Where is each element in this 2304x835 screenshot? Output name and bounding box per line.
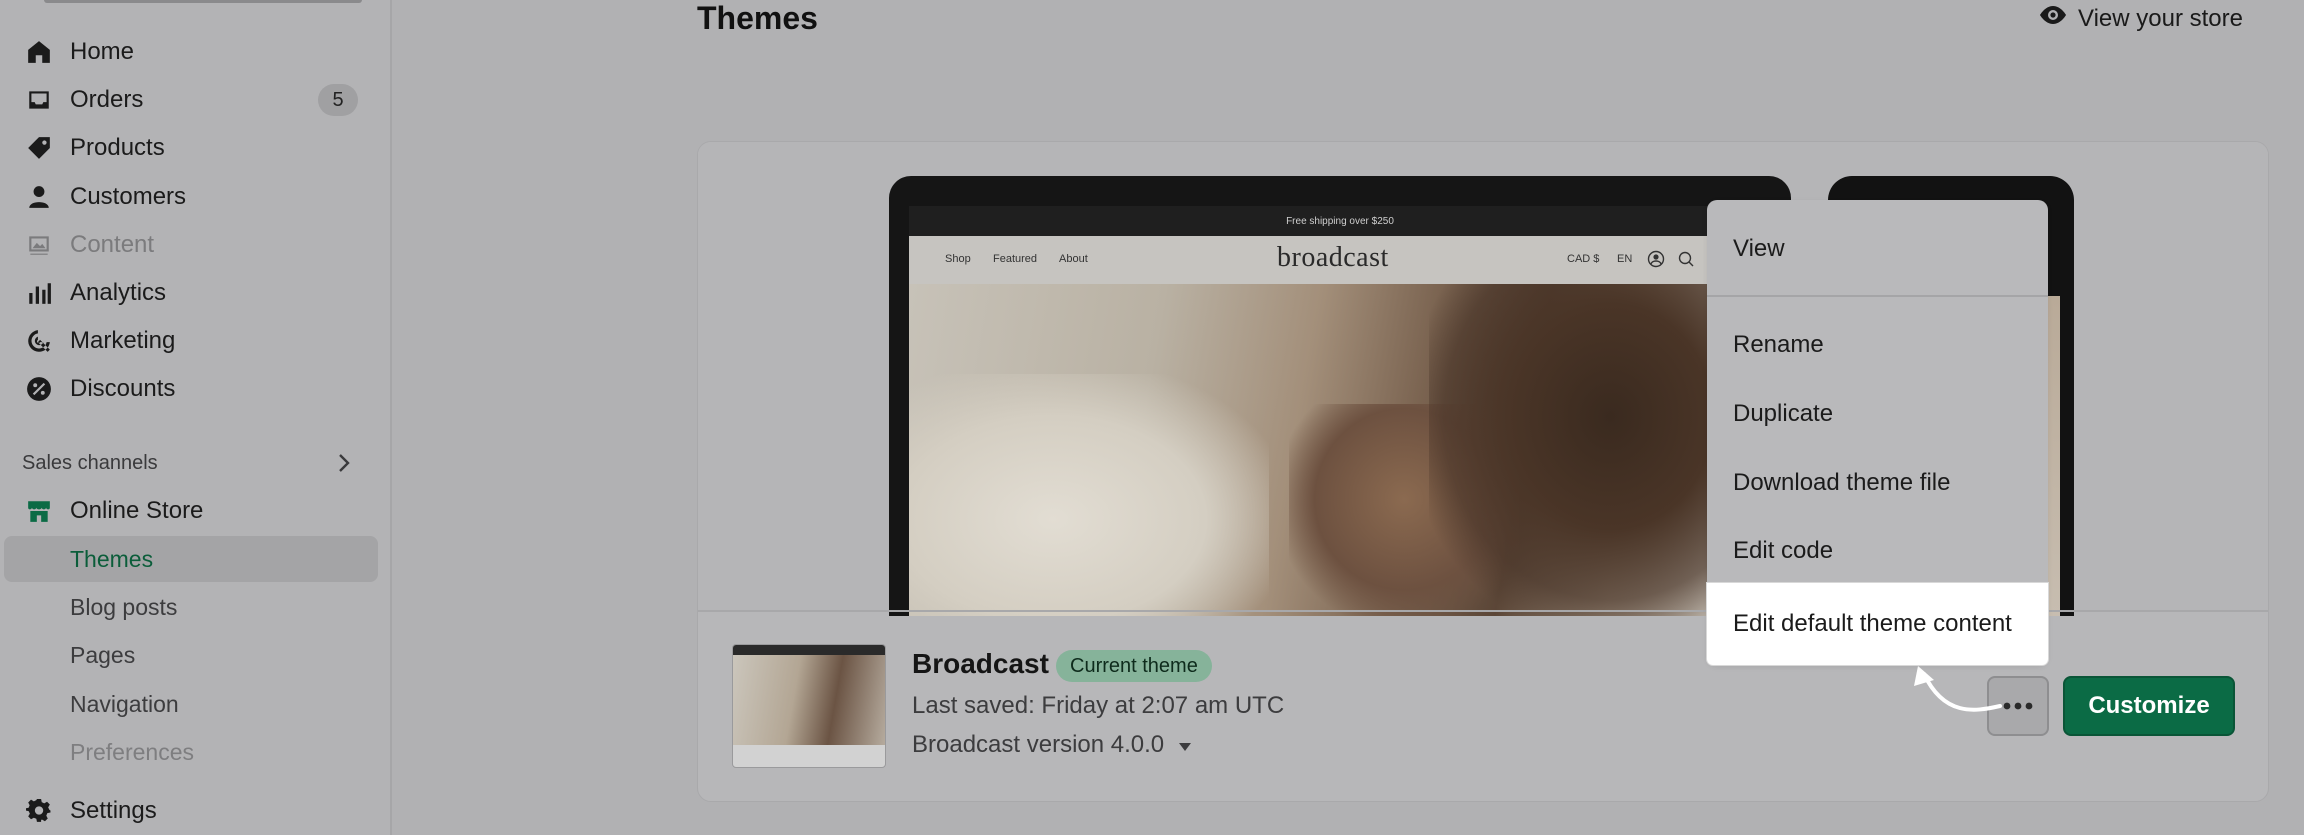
page-title: Themes — [697, 0, 818, 36]
desktop-preview-screen: Free shipping over $250 Shop Featured Ab… — [909, 206, 1771, 616]
account-icon — [1647, 250, 1665, 271]
hero-image-region — [909, 374, 1269, 616]
sidebar-top-edge — [44, 0, 362, 3]
sidebar-item-customers[interactable]: Customers — [0, 174, 392, 220]
sidebar-item-label: Discounts — [70, 375, 176, 402]
sidebar-item-analytics[interactable]: Analytics — [0, 270, 392, 316]
sidebar-item-label: Analytics — [70, 279, 167, 306]
store-currency: CAD $ — [1567, 253, 1600, 265]
discount-icon — [24, 374, 54, 404]
menu-item-duplicate[interactable]: Duplicate — [1707, 384, 2048, 444]
sidebar-item-discounts[interactable]: Discounts — [0, 366, 392, 412]
theme-actions-menu: View Rename Duplicate Download theme fil… — [1707, 200, 2048, 665]
sidebar-subitem-navigation[interactable]: Navigation — [70, 691, 179, 718]
theme-version-selector[interactable]: Broadcast version 4.0.0 — [912, 731, 1192, 759]
store-brand-logo: broadcast — [1277, 242, 1389, 273]
theme-thumbnail — [732, 644, 886, 768]
sidebar: Home Orders 5 Products Customers Content… — [0, 0, 392, 835]
store-language: EN — [1617, 253, 1633, 265]
ellipsis-icon — [2003, 697, 2033, 715]
thumbnail-image — [733, 655, 885, 745]
sidebar-item-label: Customers — [70, 183, 187, 210]
announcement-bar: Free shipping over $250 — [909, 206, 1771, 236]
sidebar-item-label: Products — [70, 134, 165, 161]
sidebar-subitem-blog-posts[interactable]: Blog posts — [70, 594, 177, 621]
thumbnail-bar — [733, 645, 885, 655]
home-icon — [24, 37, 54, 67]
customize-button[interactable]: Customize — [2063, 676, 2235, 736]
eye-icon — [2038, 4, 2078, 33]
menu-item-edit-default-theme-content[interactable]: Edit default theme content — [1707, 583, 2048, 665]
bar-chart-icon — [24, 278, 54, 308]
tag-icon — [24, 133, 54, 163]
orders-count-badge: 5 — [318, 84, 358, 116]
target-icon — [24, 326, 54, 356]
gear-icon — [24, 796, 54, 826]
theme-version-text: Broadcast version 4.0.0 — [912, 731, 1165, 758]
menu-item-download-theme-file[interactable]: Download theme file — [1707, 453, 2048, 513]
sidebar-item-settings[interactable]: Settings — [0, 788, 392, 834]
hero-image — [909, 284, 1771, 616]
person-icon — [24, 182, 54, 212]
storefront-icon — [24, 496, 54, 526]
image-icon — [24, 230, 54, 260]
search-icon — [1677, 250, 1695, 271]
sidebar-item-label: Content — [70, 231, 155, 258]
sidebar-item-label: Online Store — [70, 497, 204, 524]
chevron-right-icon[interactable] — [336, 452, 352, 479]
store-nav: Shop Featured About broadcast CAD $ EN — [909, 236, 1771, 284]
menu-separator — [1707, 295, 2048, 297]
store-nav-link: Shop — [945, 253, 971, 265]
theme-name: Broadcast — [912, 648, 1049, 679]
sidebar-item-orders[interactable]: Orders 5 — [0, 77, 392, 123]
sidebar-item-marketing[interactable]: Marketing — [0, 318, 392, 364]
sidebar-item-online-store[interactable]: Online Store — [0, 488, 392, 534]
sales-channels-heading: Sales channels — [22, 452, 158, 474]
sidebar-item-label: Orders — [70, 86, 144, 113]
view-store-label: View your store — [2078, 4, 2243, 32]
caret-down-icon — [1164, 731, 1192, 759]
sidebar-item-label: Home — [70, 38, 135, 65]
sidebar-item-content[interactable]: Content — [0, 222, 392, 268]
current-theme-badge: Current theme — [1056, 650, 1212, 682]
menu-item-view[interactable]: View — [1707, 219, 2048, 279]
last-saved-text: Last saved: Friday at 2:07 am UTC — [912, 692, 1285, 719]
pointer-arrow-icon — [1914, 666, 2002, 712]
desktop-preview[interactable]: Free shipping over $250 Shop Featured Ab… — [889, 176, 1791, 616]
sidebar-item-label: Settings — [70, 797, 157, 824]
sidebar-item-products[interactable]: Products — [0, 125, 392, 171]
sidebar-item-label: Marketing — [70, 327, 176, 354]
store-nav-link: About — [1059, 253, 1088, 265]
store-nav-link: Featured — [993, 253, 1038, 265]
sidebar-item-themes-highlight[interactable] — [4, 536, 378, 582]
menu-item-rename[interactable]: Rename — [1707, 315, 2048, 375]
sidebar-subitem-preferences[interactable]: Preferences — [70, 739, 194, 766]
sidebar-item-home[interactable]: Home — [0, 29, 392, 75]
sidebar-subitem-pages[interactable]: Pages — [70, 642, 135, 669]
menu-item-edit-code[interactable]: Edit code — [1707, 521, 2048, 581]
inbox-icon — [24, 85, 54, 115]
view-store-link[interactable]: View your store — [2038, 4, 2243, 33]
sidebar-subitem-themes[interactable]: Themes — [70, 546, 153, 573]
